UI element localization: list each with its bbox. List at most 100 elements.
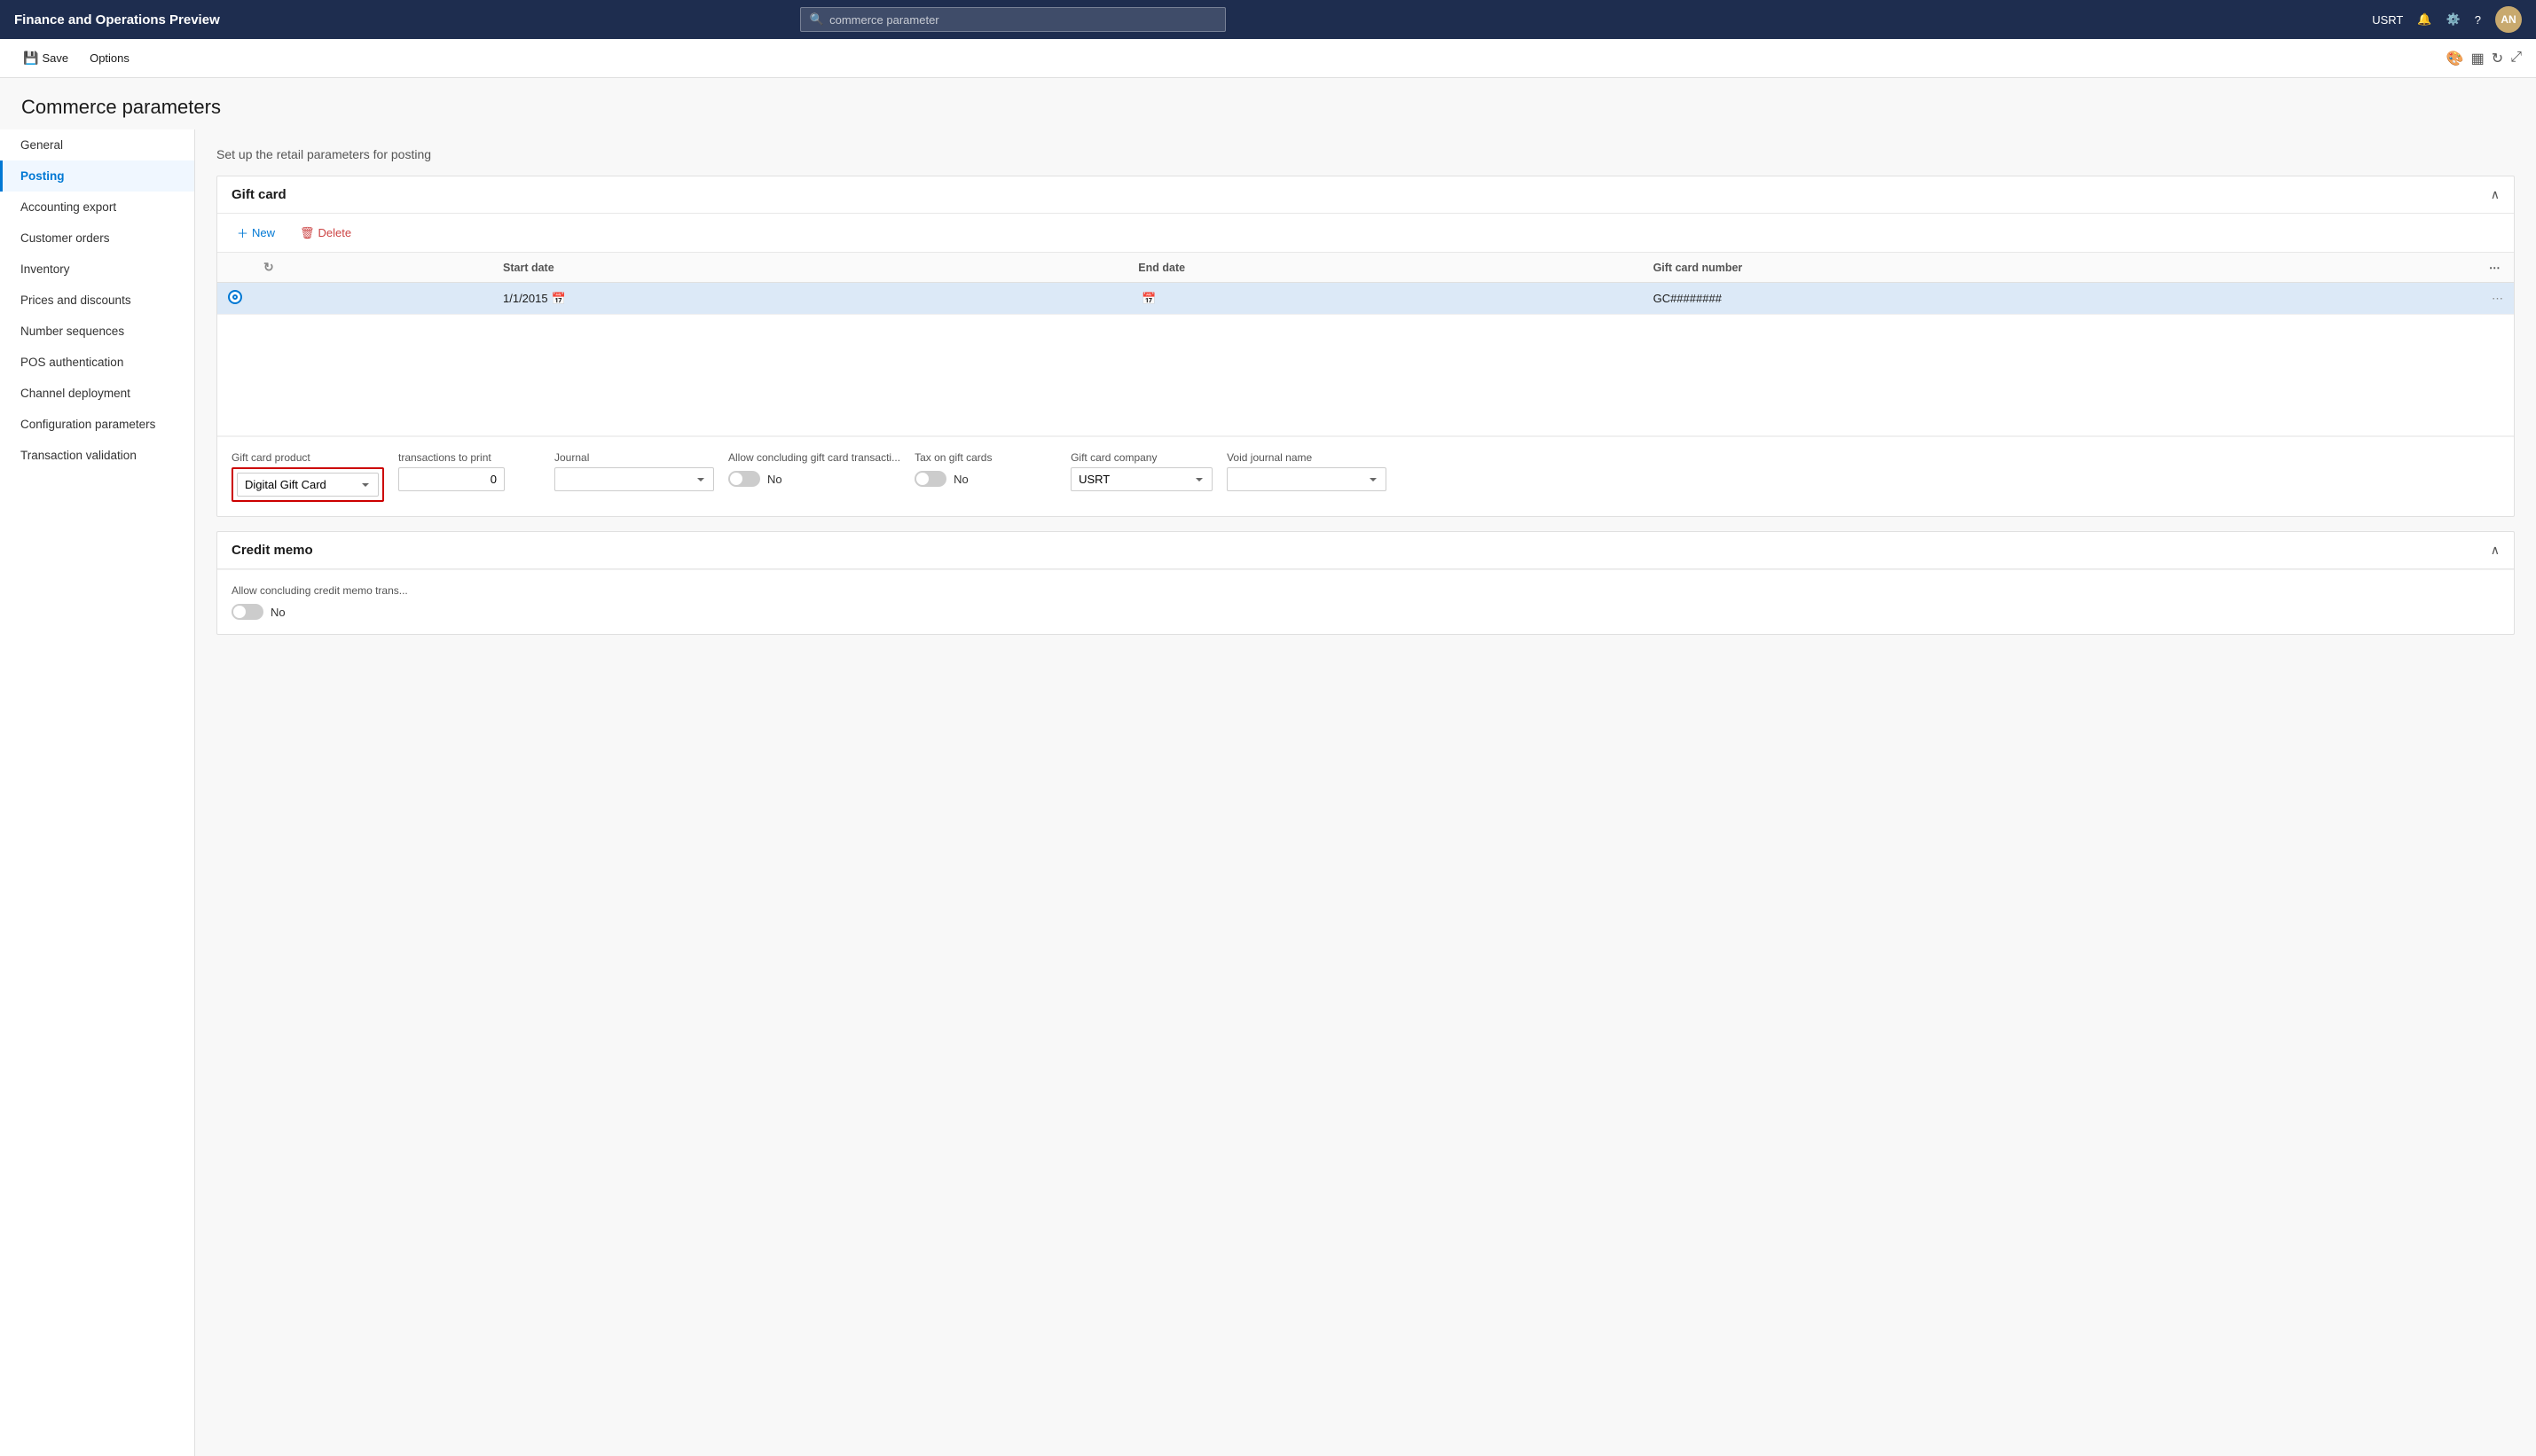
transactions-to-print-input[interactable] xyxy=(398,467,505,491)
search-icon: 🔍 xyxy=(810,12,824,27)
delete-button[interactable]: 🗑 Delete xyxy=(291,223,360,244)
gift-card-company-select[interactable]: USRT xyxy=(1071,467,1213,491)
gift-card-company-group: Gift card company USRT xyxy=(1071,451,1213,502)
tax-toggle-value: No xyxy=(954,473,969,486)
credit-memo-title-bar: Credit memo ∧ xyxy=(217,532,2514,569)
row-radio-button[interactable] xyxy=(228,290,242,304)
notification-icon[interactable]: 🔔 xyxy=(2417,12,2431,27)
gift-card-title-bar: Gift card ∧ xyxy=(217,176,2514,214)
end-date-cell: 📅 xyxy=(1127,283,1642,315)
start-date-calendar-icon[interactable]: 📅 xyxy=(552,292,566,306)
page-title: Commerce parameters xyxy=(0,78,2536,129)
end-date-calendar-icon[interactable]: 📅 xyxy=(1142,292,1156,306)
content-area: General Posting Accounting export Custom… xyxy=(0,129,2536,1456)
more-col-header[interactable]: ⋯ xyxy=(2478,253,2514,283)
allow-concluding-label: Allow concluding gift card transacti... xyxy=(728,451,900,464)
allow-concluding-group: Allow concluding gift card transacti... … xyxy=(728,451,900,502)
credit-memo-form: Allow concluding credit memo trans... No xyxy=(217,569,2514,634)
void-journal-name-select[interactable] xyxy=(1227,467,1386,491)
gift-card-title: Gift card xyxy=(232,187,287,202)
tax-toggle[interactable] xyxy=(915,471,946,487)
gift-card-product-label: Gift card product xyxy=(232,451,384,464)
options-button[interactable]: Options xyxy=(81,48,138,68)
gift-card-number-col-header: Gift card number xyxy=(1643,253,2478,283)
global-search[interactable]: 🔍 xyxy=(800,7,1226,32)
sidebar-item-configuration-parameters[interactable]: Configuration parameters xyxy=(0,409,194,440)
open-icon[interactable]: ⤢ xyxy=(2510,50,2522,67)
main-content: Set up the retail parameters for posting… xyxy=(195,129,2536,1456)
save-icon: 💾 xyxy=(23,51,38,66)
credit-memo-toggle-group: No xyxy=(232,604,408,620)
transactions-to-print-label: transactions to print xyxy=(398,451,540,464)
toolbar-right: 🎨 ▦ ↻ ⤢ xyxy=(2446,50,2522,67)
transactions-to-print-group: transactions to print xyxy=(398,451,540,502)
select-col-header xyxy=(217,253,253,283)
section-subtitle: Set up the retail parameters for posting xyxy=(195,129,2536,176)
allow-concluding-toggle-group: No xyxy=(728,471,900,487)
gift-card-product-select[interactable]: Digital Gift Card xyxy=(237,473,379,497)
user-label: USRT xyxy=(2372,13,2403,27)
gift-card-number-cell: GC######## xyxy=(1643,283,2478,315)
gift-card-collapse-btn[interactable]: ∧ xyxy=(2491,187,2500,202)
tax-on-gift-cards-group: Tax on gift cards No xyxy=(915,451,1056,502)
table-header: ↻ Start date End date Gift card number ⋯ xyxy=(217,253,2514,283)
delete-icon: 🗑 xyxy=(300,226,315,240)
sidebar-item-accounting-export[interactable]: Accounting export xyxy=(0,192,194,223)
search-input[interactable] xyxy=(829,13,1216,27)
sidebar-item-customer-orders[interactable]: Customer orders xyxy=(0,223,194,254)
refresh-icon[interactable]: ↻ xyxy=(2492,50,2503,67)
tax-toggle-group: No xyxy=(915,471,1056,487)
credit-memo-collapse-btn[interactable]: ∧ xyxy=(2491,543,2500,558)
credit-memo-toggle[interactable] xyxy=(232,604,263,620)
radio-cell[interactable] xyxy=(217,283,253,315)
layout-icon[interactable]: ▦ xyxy=(2471,50,2485,67)
save-button[interactable]: 💾 Save xyxy=(14,47,77,69)
palette-icon[interactable]: 🎨 xyxy=(2446,50,2464,67)
plus-icon: ＋ xyxy=(237,224,248,241)
avatar[interactable]: AN xyxy=(2495,6,2522,33)
new-button[interactable]: ＋ New xyxy=(228,221,284,245)
refresh-col-header: ↻ xyxy=(253,253,492,283)
settings-icon[interactable]: ⚙️ xyxy=(2446,12,2461,27)
help-icon[interactable]: ? xyxy=(2475,13,2481,27)
gift-card-form: Gift card product Digital Gift Card tran… xyxy=(217,436,2514,516)
sidebar-item-general[interactable]: General xyxy=(0,129,194,160)
void-journal-name-group: Void journal name xyxy=(1227,451,1386,502)
row-more-cell[interactable]: ⋯ xyxy=(2478,283,2514,315)
sidebar-item-transaction-validation[interactable]: Transaction validation xyxy=(0,440,194,471)
credit-memo-title: Credit memo xyxy=(232,543,313,558)
credit-memo-allow-concluding-group: Allow concluding credit memo trans... No xyxy=(232,584,408,620)
row-status-cell xyxy=(253,283,492,315)
journal-select[interactable] xyxy=(554,467,714,491)
tax-on-gift-cards-label: Tax on gift cards xyxy=(915,451,1056,464)
nav-right-icons: USRT 🔔 ⚙️ ? AN xyxy=(2372,6,2522,33)
gift-card-product-box: Digital Gift Card xyxy=(232,467,384,502)
gift-card-company-label: Gift card company xyxy=(1071,451,1213,464)
table-row[interactable]: 1/1/2015 📅 📅 GC######## xyxy=(217,283,2514,315)
credit-memo-section: Credit memo ∧ Allow concluding credit me… xyxy=(216,531,2515,635)
app-title: Finance and Operations Preview xyxy=(14,12,220,27)
gift-card-table: ↻ Start date End date Gift card number ⋯ xyxy=(217,253,2514,436)
start-date-col-header: Start date xyxy=(492,253,1127,283)
allow-concluding-toggle[interactable] xyxy=(728,471,760,487)
toolbar: 💾 Save Options 🎨 ▦ ↻ ⤢ xyxy=(0,39,2536,78)
gift-card-table-toolbar: ＋ New 🗑 Delete xyxy=(217,214,2514,253)
sidebar-item-pos-authentication[interactable]: POS authentication xyxy=(0,347,194,378)
gift-card-product-group: Gift card product Digital Gift Card xyxy=(232,451,384,502)
credit-memo-allow-concluding-label: Allow concluding credit memo trans... xyxy=(232,584,408,597)
sidebar: General Posting Accounting export Custom… xyxy=(0,129,195,1456)
void-journal-name-label: Void journal name xyxy=(1227,451,1386,464)
sidebar-item-prices-discounts[interactable]: Prices and discounts xyxy=(0,285,194,316)
gift-card-section: Gift card ∧ ＋ New 🗑 Delete xyxy=(216,176,2515,517)
allow-concluding-value: No xyxy=(767,473,782,486)
journal-label: Journal xyxy=(554,451,714,464)
refresh-col-icon[interactable]: ↻ xyxy=(263,260,274,274)
start-date-cell: 1/1/2015 📅 xyxy=(492,283,1127,315)
end-date-col-header: End date xyxy=(1127,253,1642,283)
sidebar-item-channel-deployment[interactable]: Channel deployment xyxy=(0,378,194,409)
page-container: Commerce parameters General Posting Acco… xyxy=(0,78,2536,1456)
sidebar-item-posting[interactable]: Posting xyxy=(0,160,194,192)
credit-memo-toggle-value: No xyxy=(271,606,286,619)
sidebar-item-inventory[interactable]: Inventory xyxy=(0,254,194,285)
sidebar-item-number-sequences[interactable]: Number sequences xyxy=(0,316,194,347)
